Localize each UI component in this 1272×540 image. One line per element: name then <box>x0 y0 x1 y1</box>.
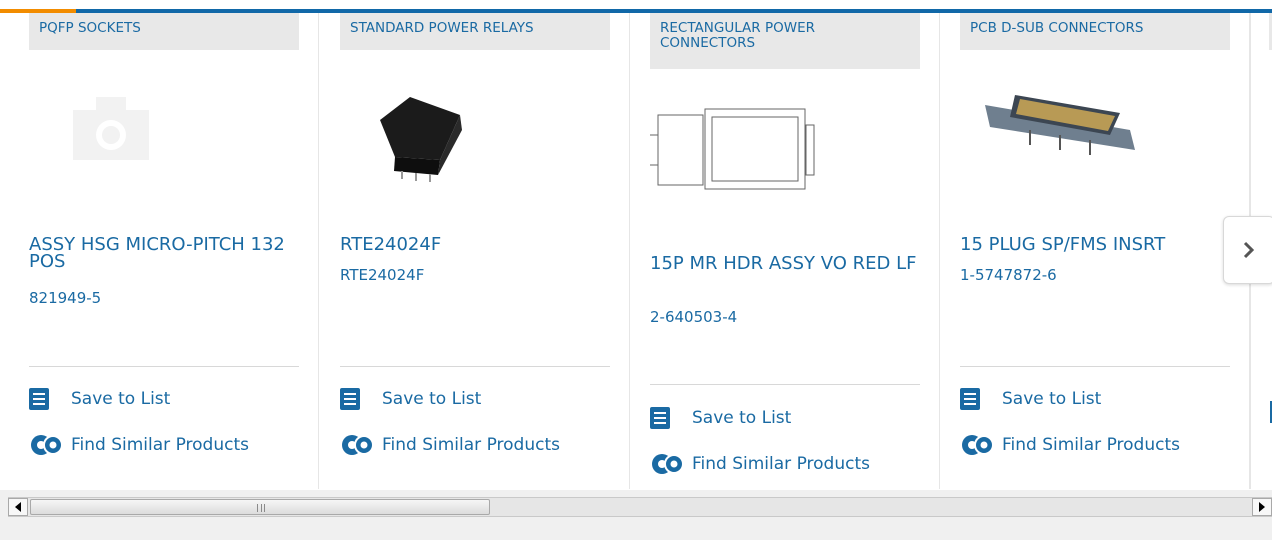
dsub-connector-image <box>985 95 1135 155</box>
triangle-left-icon <box>15 502 21 512</box>
save-to-list-button[interactable]: Save to List <box>960 388 1101 410</box>
product-image[interactable] <box>650 95 920 225</box>
category-label[interactable]: STANDARD POWER RELAYS <box>340 13 610 50</box>
checklist-icon <box>650 407 670 429</box>
product-title[interactable]: 15P MR HDR ASSY VO RED LF <box>650 255 920 273</box>
gears-icon <box>962 435 994 455</box>
divider <box>650 384 920 385</box>
relay-image <box>380 97 462 182</box>
gears-icon <box>342 435 374 455</box>
category-label[interactable]: PQFP SOCKETS <box>29 13 299 50</box>
save-to-list-button[interactable]: Save to List <box>650 407 791 429</box>
find-similar-button[interactable]: Find Similar Products <box>29 433 249 457</box>
find-similar-label: Find Similar Products <box>1002 435 1180 455</box>
scrollbar-thumb[interactable] <box>30 499 490 515</box>
product-title[interactable]: RTE24024F <box>340 236 610 254</box>
carousel-next-button[interactable] <box>1223 216 1272 284</box>
find-similar-button[interactable]: Find Similar Products <box>650 452 870 476</box>
part-number[interactable]: RTE24024F <box>340 266 424 284</box>
divider <box>960 366 1230 367</box>
part-number[interactable]: 821949-5 <box>29 289 101 307</box>
save-to-list-button[interactable]: Save to List <box>340 388 481 410</box>
product-carousel: PQFP SOCKETS ASSY HSG MICRO-PITCH 132 PO… <box>0 0 1272 490</box>
product-image[interactable] <box>29 75 299 205</box>
save-to-list-label: Save to List <box>692 408 792 428</box>
category-label[interactable]: PCB D-SUB CONNECTORS <box>960 13 1230 50</box>
product-card: RECTANGULAR POWER CONNECTORS 15P MR HDR … <box>630 13 940 489</box>
scroll-left-button[interactable] <box>8 498 28 516</box>
horizontal-scrollbar[interactable] <box>8 497 1272 517</box>
find-similar-label: Find Similar Products <box>692 454 870 474</box>
checklist-icon <box>960 388 980 410</box>
product-title[interactable]: ASSY HSG MICRO-PITCH 132 POS <box>29 236 299 271</box>
find-similar-button[interactable]: Find Similar Products <box>960 433 1180 457</box>
gears-icon <box>652 454 684 474</box>
product-card: PQFP SOCKETS ASSY HSG MICRO-PITCH 132 PO… <box>9 13 319 489</box>
connector-drawing <box>650 108 815 190</box>
checklist-icon <box>340 388 360 410</box>
part-number[interactable]: 1-5747872-6 <box>960 266 1057 284</box>
product-title[interactable]: 15 PLUG SP/FMS INSRT <box>960 236 1230 254</box>
part-number[interactable]: 2-640503-4 <box>650 308 737 326</box>
find-similar-label: Find Similar Products <box>382 435 560 455</box>
product-image[interactable] <box>340 75 610 205</box>
grip-icon <box>257 504 265 512</box>
save-to-list-label: Save to List <box>71 389 171 409</box>
category-label[interactable]: RECTANGULAR POWER CONNECTORS <box>650 13 920 69</box>
product-card: PCB D-SUB CONNECTORS 15 PLUG SP/FMS INSR… <box>940 13 1250 489</box>
chevron-right-icon <box>1243 241 1255 259</box>
divider <box>29 366 299 367</box>
camera-placeholder-icon <box>73 97 149 160</box>
gears-icon <box>31 435 63 455</box>
product-card: STANDARD POWER RELAYS RTE24024F RTE24024… <box>320 13 630 489</box>
save-to-list-label: Save to List <box>382 389 482 409</box>
save-to-list-label: Save to List <box>1002 389 1102 409</box>
find-similar-label: Find Similar Products <box>71 435 249 455</box>
divider <box>340 366 610 367</box>
checklist-icon <box>29 388 49 410</box>
scroll-right-button[interactable] <box>1252 498 1272 516</box>
find-similar-button[interactable]: Find Similar Products <box>340 433 560 457</box>
save-to-list-button[interactable]: Save to List <box>29 388 170 410</box>
page: PQFP SOCKETS ASSY HSG MICRO-PITCH 132 PO… <box>0 0 1272 540</box>
product-image[interactable] <box>960 75 1230 205</box>
triangle-right-icon <box>1259 502 1265 512</box>
